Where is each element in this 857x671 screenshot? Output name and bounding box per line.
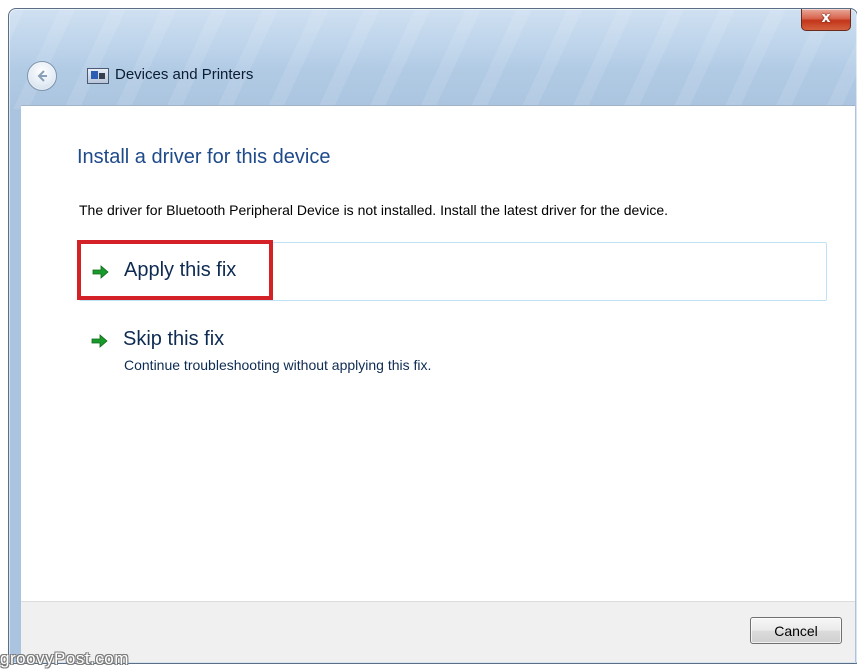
highlight-annotation-box (77, 240, 273, 300)
page-heading: Install a driver for this device (77, 146, 331, 168)
devices-and-printers-icon (87, 68, 109, 84)
skip-fix-description: Continue troubleshooting without applyin… (124, 357, 432, 373)
back-arrow-icon (37, 70, 47, 82)
watermark-text: groovyPost.com (0, 649, 129, 668)
close-button[interactable]: x (801, 9, 851, 31)
skip-fix-option[interactable]: Skip this fix Continue troubleshooting w… (79, 320, 825, 380)
window-nav-title: Devices and Printers (115, 66, 254, 83)
navigation-bar: Devices and Printers (21, 61, 521, 91)
green-arrow-icon (91, 334, 108, 348)
back-button[interactable] (27, 61, 57, 91)
cancel-button[interactable]: Cancel (750, 617, 842, 644)
content-pane: Install a driver for this device The dri… (21, 105, 855, 602)
skip-fix-label: Skip this fix (123, 328, 225, 350)
footer-bar: Cancel (21, 601, 855, 662)
troubleshooter-window: x Devices and Printers Install a driver … (8, 8, 857, 664)
page-description: The driver for Bluetooth Peripheral Devi… (79, 202, 669, 218)
close-icon: x (821, 10, 831, 26)
